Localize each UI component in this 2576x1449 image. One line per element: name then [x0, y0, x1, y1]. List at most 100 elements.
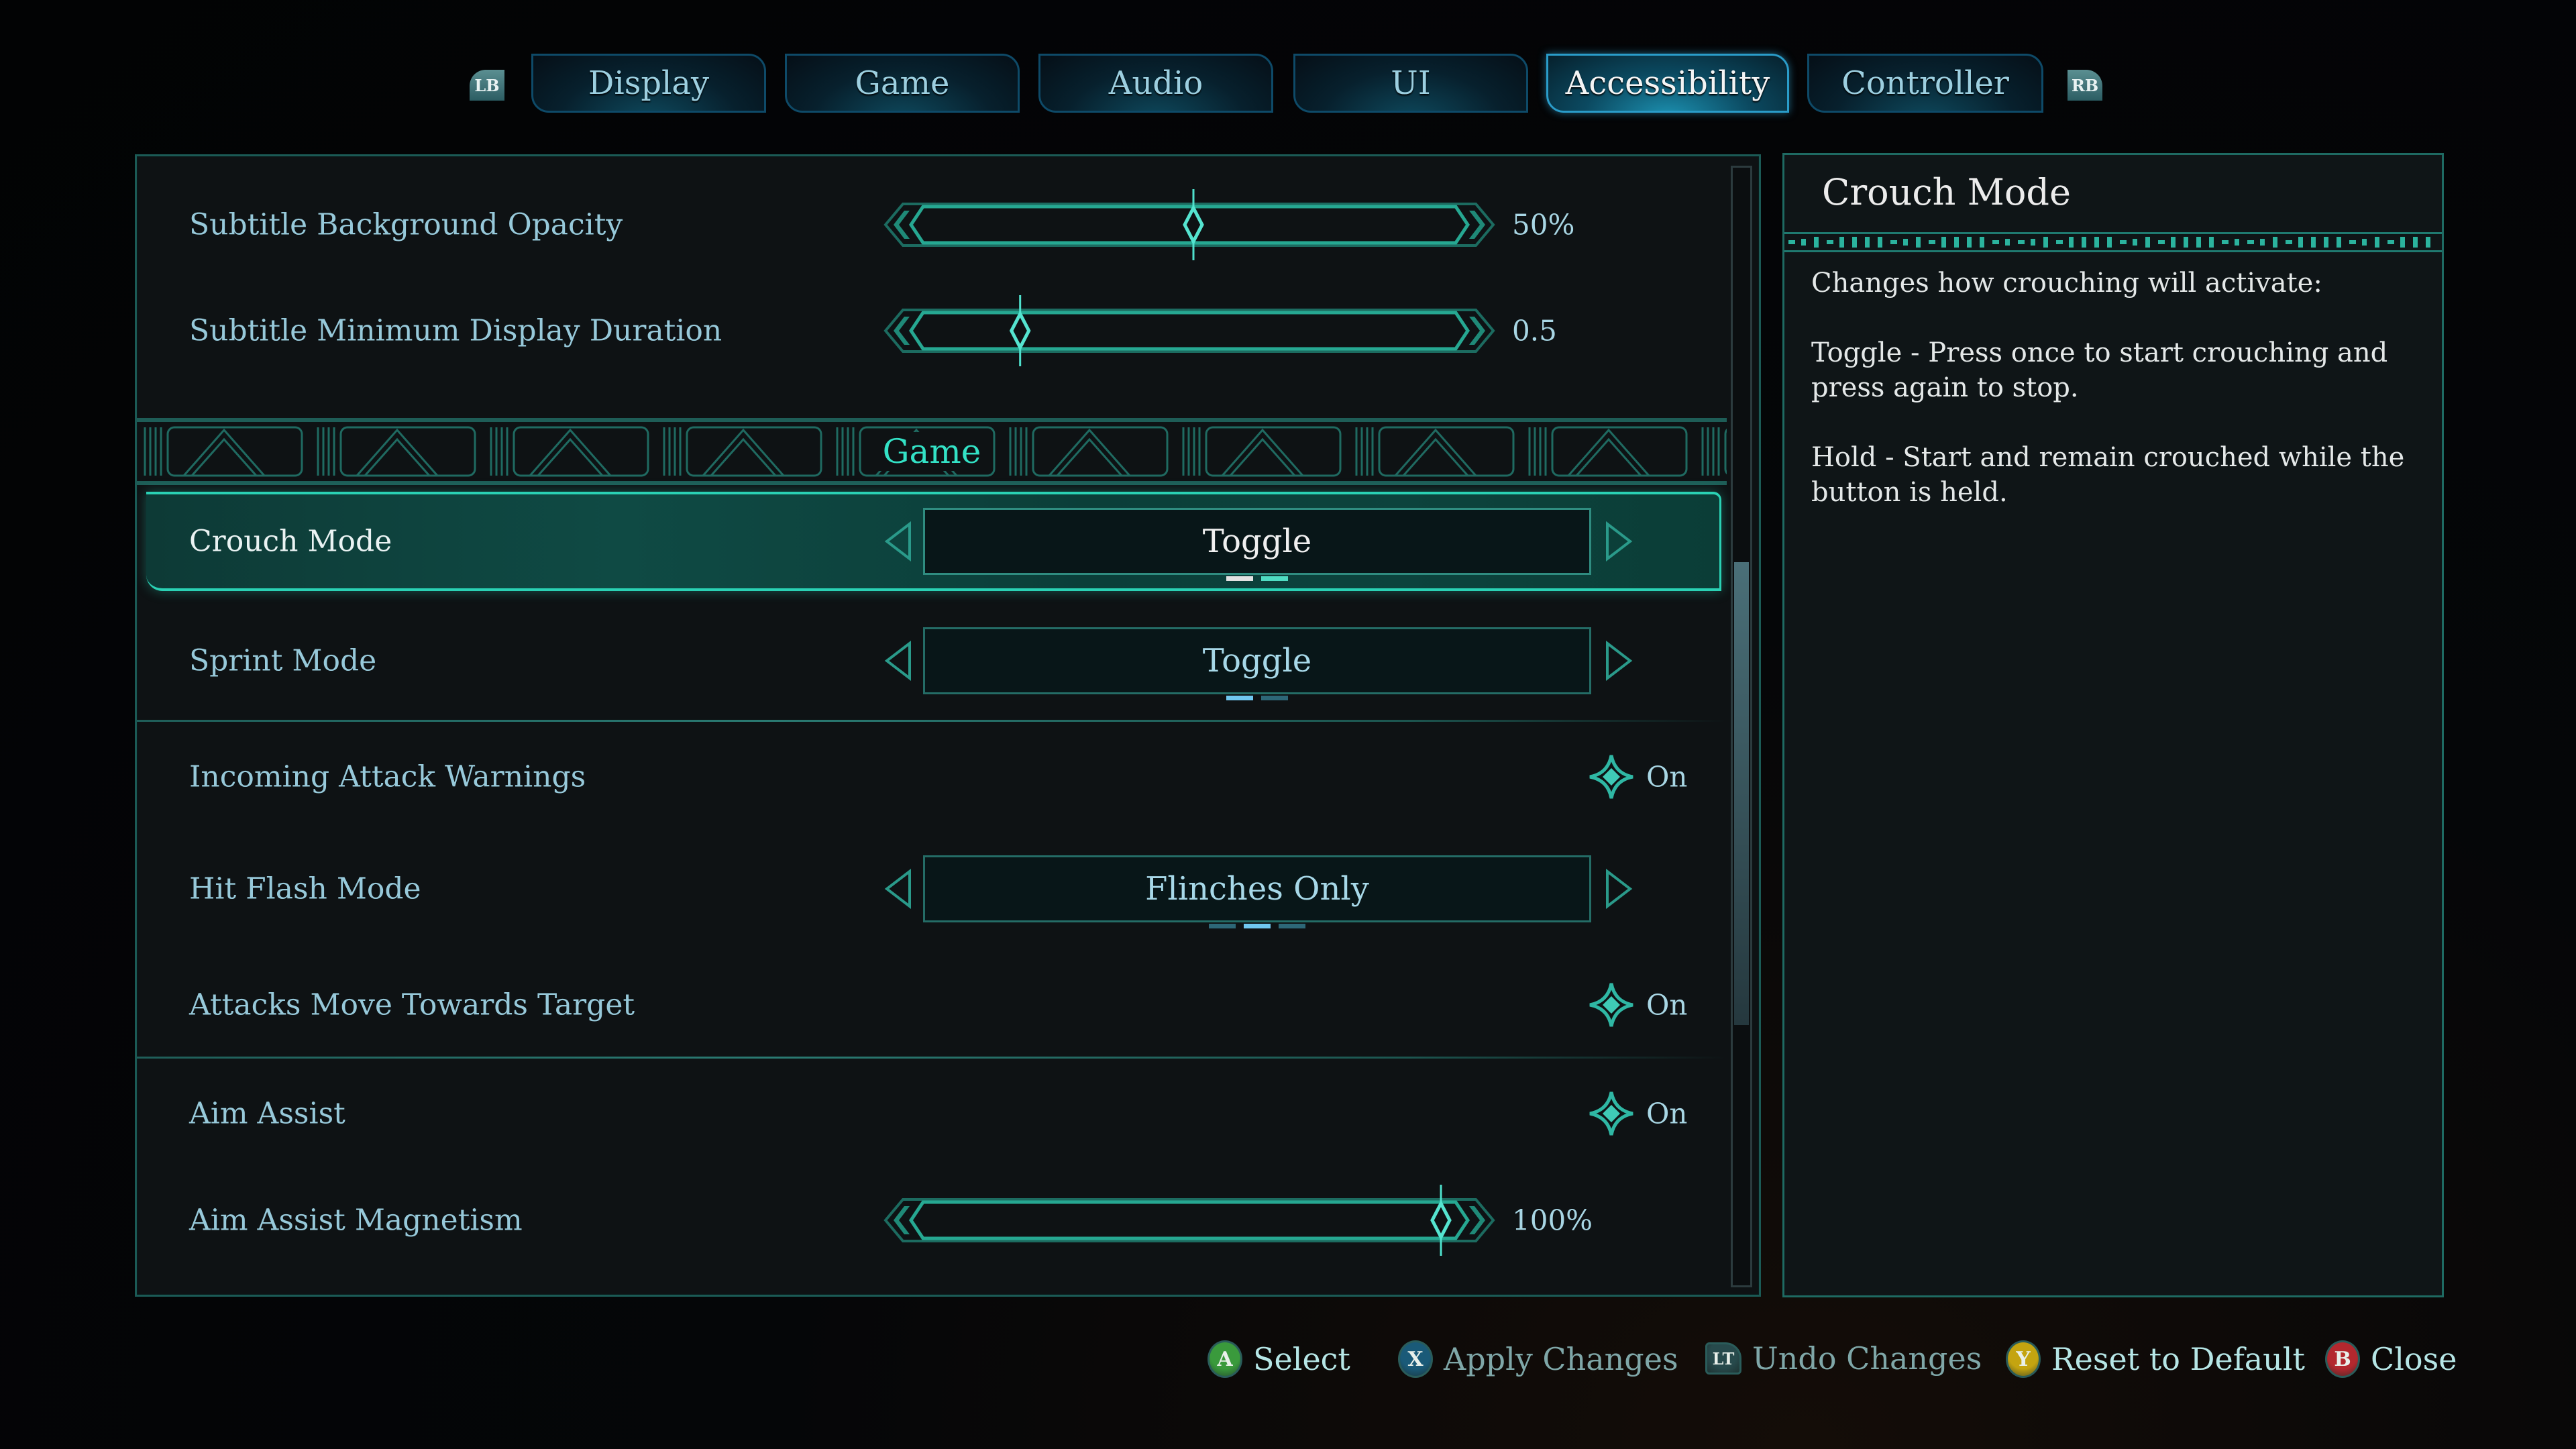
- tab-game[interactable]: Game: [785, 54, 1020, 113]
- lb-bumper-icon[interactable]: LB: [470, 70, 504, 101]
- setting-label: Sprint Mode: [189, 643, 377, 678]
- option-pip: [1261, 576, 1288, 581]
- setting-label: Subtitle Minimum Display Duration: [189, 313, 722, 348]
- setting-label: Incoming Attack Warnings: [189, 759, 586, 794]
- hint-close[interactable]: B Close: [2325, 1340, 2457, 1378]
- arrow-right-icon[interactable]: [1603, 869, 1634, 909]
- slider[interactable]: [883, 295, 1495, 366]
- a-button-icon: A: [1208, 1340, 1242, 1378]
- rule-tick: [2311, 237, 2316, 248]
- rule-tick: [1941, 237, 1946, 248]
- rule-tick: [1814, 237, 1819, 248]
- description-paragraph: Hold - Start and remain crouched while t…: [1811, 442, 2405, 508]
- rule-tick: [2375, 237, 2379, 248]
- rule-tick: [2158, 240, 2165, 244]
- b-button-icon: B: [2325, 1340, 2360, 1378]
- rb-bumper-icon[interactable]: RB: [2068, 70, 2102, 101]
- rule-tick: [2286, 240, 2292, 244]
- rule-tick: [2324, 237, 2328, 248]
- section-header-game: Game: [137, 418, 1727, 485]
- option-pip: [1226, 576, 1253, 581]
- rule-tick: [2387, 240, 2394, 244]
- slider-track: [908, 1200, 1470, 1240]
- tab-audio[interactable]: Audio: [1038, 54, 1273, 113]
- rule-tick: [1852, 237, 1857, 248]
- scrollbar-thumb[interactable]: [1734, 561, 1749, 1025]
- slider-value: 0.5: [1512, 314, 1557, 347]
- arrow-left-icon[interactable]: [883, 521, 914, 561]
- rule-line: [1784, 250, 2442, 252]
- description-paragraph: Toggle - Press once to start crouching a…: [1811, 337, 2388, 403]
- group-divider: [137, 720, 1727, 722]
- slider[interactable]: [883, 1185, 1495, 1256]
- slider-decrease-chevron-icon: [894, 317, 910, 345]
- hint-label: Select: [1253, 1341, 1350, 1377]
- slider-increase-chevron-icon: [1469, 211, 1485, 239]
- rule-tick: [2145, 237, 2150, 248]
- rule-tick: [2184, 237, 2188, 248]
- rule-tick: [1929, 240, 1935, 244]
- checkbox-value: On: [1646, 760, 1688, 794]
- checkbox-checked-icon[interactable]: [1588, 1090, 1635, 1137]
- rule-tick: [2273, 237, 2277, 248]
- rule-tick: [2056, 240, 2063, 244]
- arrow-right-icon[interactable]: [1603, 641, 1634, 681]
- setting-label: Aim Assist Magnetism: [189, 1203, 523, 1238]
- checkbox-checked-icon[interactable]: [1588, 753, 1635, 800]
- option-value: Toggle: [1202, 523, 1312, 560]
- option-indicator: [1226, 576, 1288, 581]
- hint-select[interactable]: A Select: [1208, 1340, 1350, 1378]
- arrow-left-icon[interactable]: [883, 869, 914, 909]
- arrow-right-icon[interactable]: [1603, 521, 1634, 561]
- rule-tick: [2337, 237, 2341, 248]
- option-pip: [1209, 924, 1236, 928]
- description-body: Changes how crouching will activate: Tog…: [1811, 266, 2415, 545]
- option-selector[interactable]: Flinches Only: [923, 855, 1591, 928]
- slider-graphic: [883, 1185, 1495, 1256]
- rule-tick: [2222, 240, 2229, 244]
- rule-tick: [2426, 237, 2430, 248]
- option-value: Toggle: [1202, 642, 1312, 680]
- slider-decrease-chevron-icon: [894, 1206, 910, 1234]
- hint-reset-to-default[interactable]: Y Reset to Default: [2006, 1340, 2305, 1378]
- slider[interactable]: [883, 189, 1495, 260]
- checkbox-checked-icon[interactable]: [1588, 981, 1635, 1028]
- tab-accessibility[interactable]: Accessibility: [1546, 54, 1789, 113]
- slider-value: 50%: [1512, 208, 1575, 241]
- checkbox-value: On: [1646, 988, 1688, 1022]
- rule-tick: [2196, 237, 2201, 248]
- setting-label: Crouch Mode: [189, 524, 392, 559]
- option-selector[interactable]: Toggle: [923, 627, 1591, 700]
- tab-display[interactable]: Display: [531, 54, 766, 113]
- option-selector[interactable]: Toggle: [923, 508, 1591, 581]
- hint-label: Reset to Default: [2051, 1341, 2305, 1377]
- rule-tick: [2235, 239, 2239, 246]
- hint-label: Undo Changes: [1752, 1340, 1982, 1377]
- setting-label: Attacks Move Towards Target: [189, 987, 635, 1022]
- rule-tick: [1878, 237, 1882, 248]
- section-title: Game: [875, 432, 988, 471]
- rule-tick: [2069, 237, 2074, 248]
- tab-controller[interactable]: Controller: [1807, 54, 2043, 113]
- slider-value: 100%: [1512, 1203, 1593, 1237]
- description-paragraph: Changes how crouching will activate:: [1811, 268, 2322, 299]
- rule-tick: [2400, 237, 2405, 248]
- settings-list-panel: Subtitle Background Opacity 50% Subtitle…: [135, 154, 1761, 1297]
- tab-ui[interactable]: UI: [1293, 54, 1528, 113]
- hint-label: Close: [2371, 1341, 2457, 1377]
- rule-tick: [1916, 237, 1921, 248]
- description-title: Crouch Mode: [1822, 171, 2071, 213]
- hint-apply-changes[interactable]: X Apply Changes: [1398, 1340, 1678, 1378]
- settings-tab-bar: LB Display Game Audio UI Accessibility C…: [0, 52, 2576, 117]
- lt-trigger-icon: LT: [1705, 1342, 1741, 1375]
- option-pip: [1279, 924, 1305, 928]
- rule-tick: [2094, 237, 2099, 248]
- rule-tick: [2298, 237, 2303, 248]
- description-divider: [1784, 232, 2442, 252]
- option-pip: [1261, 696, 1288, 700]
- slider-decrease-chevron-icon: [894, 211, 910, 239]
- arrow-left-icon[interactable]: [883, 641, 914, 681]
- description-panel: Crouch Mode Changes how crouching will a…: [1782, 153, 2444, 1297]
- hint-undo-changes[interactable]: LT Undo Changes: [1705, 1340, 1982, 1377]
- scrollbar-track[interactable]: [1731, 166, 1752, 1287]
